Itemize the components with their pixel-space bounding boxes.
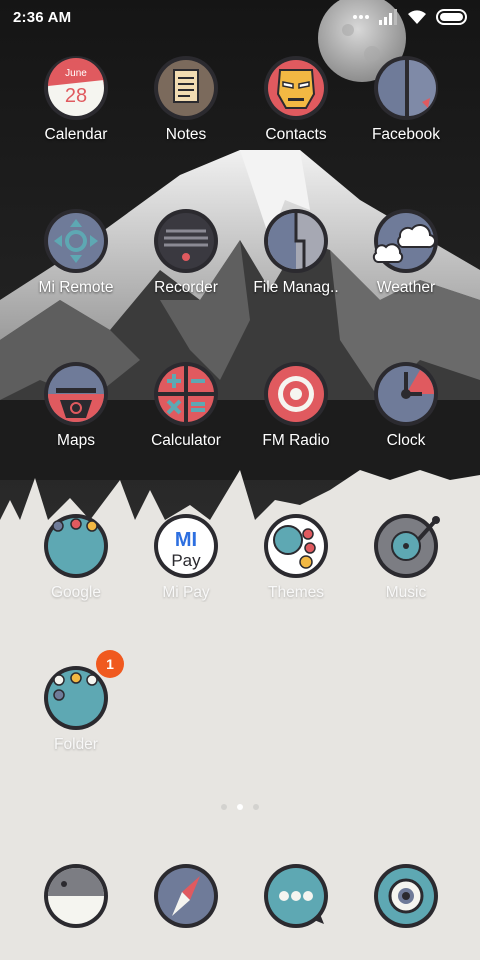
app-label: FM Radio: [262, 432, 330, 449]
app-weather[interactable]: Weather: [351, 207, 461, 317]
car-icon: [44, 362, 108, 426]
app-file-manager[interactable]: File Manag..: [241, 207, 351, 317]
facebook-icon: [374, 56, 438, 120]
notes-icon: [154, 56, 218, 120]
status-bar: 2:36 AM: [0, 0, 480, 34]
notification-badge: 1: [96, 650, 124, 678]
app-calculator[interactable]: Calculator: [131, 360, 241, 470]
app-label: Recorder: [154, 279, 218, 296]
remote-dpad-icon: [44, 209, 108, 273]
app-label: Weather: [376, 279, 436, 296]
app-clock[interactable]: Clock: [351, 360, 461, 470]
app-label: Maps: [57, 432, 95, 449]
app-label: Folder: [54, 736, 98, 753]
phone-icon[interactable]: [42, 862, 110, 930]
mi-pay-icon: MI Pay: [154, 514, 218, 578]
app-maps[interactable]: Maps: [21, 360, 131, 470]
themes-bubbles-icon: [264, 514, 328, 578]
app-label: Calculator: [151, 432, 221, 449]
app-calendar[interactable]: June 28 Calendar: [21, 54, 131, 164]
page-dot-current[interactable]: [237, 804, 243, 810]
app-notes[interactable]: Notes: [131, 54, 241, 164]
calculator-icon: [154, 362, 218, 426]
page-dot[interactable]: [253, 804, 259, 810]
messaging-icon[interactable]: [262, 862, 330, 930]
clock-icon: [374, 362, 438, 426]
page-dot[interactable]: [221, 804, 227, 810]
app-mi-remote[interactable]: Mi Remote: [21, 207, 131, 317]
status-time: 2:36 AM: [13, 9, 72, 26]
app-themes[interactable]: Themes: [241, 512, 351, 622]
browser-compass-icon[interactable]: [152, 862, 220, 930]
app-label: Mi Remote: [38, 279, 114, 296]
app-label: Mi Pay: [162, 584, 210, 601]
app-label: Contacts: [265, 126, 327, 143]
app-fm-radio[interactable]: FM Radio: [241, 360, 351, 470]
battery-icon: [436, 9, 467, 25]
app-label: File Manag..: [253, 279, 339, 296]
mipay-line1: MI: [175, 529, 197, 551]
app-label: Google: [51, 584, 101, 601]
page-indicator: [0, 800, 480, 814]
wifi-icon: [408, 10, 426, 24]
app-google[interactable]: Google: [21, 512, 131, 622]
app-label: Facebook: [371, 126, 441, 143]
app-mi-pay[interactable]: MI Pay Mi Pay: [131, 512, 241, 622]
speaker-icon: [264, 362, 328, 426]
calendar-icon: June 28: [44, 56, 108, 120]
vinyl-record-icon: [374, 514, 440, 578]
folder-file-icon: [264, 209, 328, 273]
camera-icon[interactable]: [372, 862, 440, 930]
app-folder[interactable]: 1 Folder: [21, 650, 131, 774]
calendar-day: 28: [65, 85, 87, 107]
app-facebook[interactable]: Facebook: [351, 54, 461, 164]
microphone-icon: [154, 209, 218, 273]
app-label: Notes: [165, 126, 207, 143]
app-label: Clock: [386, 432, 426, 449]
google-folder-icon: [44, 514, 108, 578]
app-contacts[interactable]: Contacts: [241, 54, 351, 164]
app-recorder[interactable]: Recorder: [131, 207, 241, 317]
app-label: Calendar: [44, 126, 108, 143]
more-dots-icon: [353, 15, 369, 19]
mipay-line2: Pay: [171, 551, 201, 570]
iron-mask-icon: [264, 56, 328, 120]
app-label: Music: [385, 584, 427, 601]
signal-icon: [379, 9, 397, 25]
cloud-icon: [372, 209, 438, 273]
app-label: Themes: [268, 584, 324, 601]
calendar-month: June: [65, 68, 87, 79]
app-music[interactable]: Music: [351, 512, 461, 622]
